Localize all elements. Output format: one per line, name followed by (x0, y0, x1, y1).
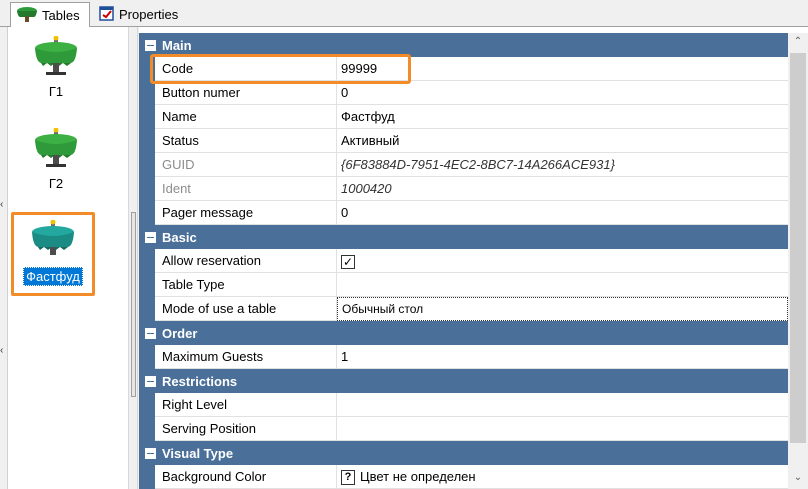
code-highlight-box (150, 54, 411, 84)
table-label: Г2 (48, 176, 64, 191)
property-value[interactable]: 1 (337, 345, 788, 369)
property-value: 1000420 (337, 177, 788, 201)
collapse-icon[interactable] (145, 375, 156, 387)
collapse-icon[interactable] (145, 327, 156, 339)
property-row-serving-position[interactable]: Serving Position (139, 417, 788, 441)
left-collapse-strip[interactable]: ‹ ‹ (0, 27, 8, 489)
color-value-text: Цвет не определен (360, 469, 476, 484)
vertical-scrollbar[interactable]: ⌃ ⌄ (788, 33, 808, 489)
property-value[interactable]: Активный (337, 129, 788, 153)
table-item-g2[interactable]: Г2 (16, 127, 96, 192)
tab-tables[interactable]: Tables (10, 2, 90, 28)
question-mark-icon: ? (341, 470, 355, 486)
property-value: {6F83884D-7951-4EC2-8BC7-14A266ACE931} (337, 153, 788, 177)
tab-properties[interactable]: Properties (94, 2, 194, 27)
property-name: Status (155, 129, 337, 153)
scroll-thumb[interactable] (790, 53, 806, 443)
property-row-allow-reservation[interactable]: Allow reservation ✓ (139, 249, 788, 273)
chevron-left-icon[interactable]: ‹ (0, 345, 3, 356)
property-name: Table Type (155, 273, 337, 297)
properties-icon (99, 5, 115, 24)
table-label: Г1 (48, 84, 64, 99)
property-value[interactable]: Фастфуд (337, 105, 788, 129)
property-value[interactable] (337, 273, 788, 297)
tab-properties-label: Properties (119, 7, 179, 22)
property-row-status[interactable]: Status Активный (139, 129, 788, 153)
property-value[interactable]: ✓ (337, 249, 788, 273)
property-value[interactable]: 0 (337, 201, 788, 225)
property-row-table-type[interactable]: Table Type (139, 273, 788, 297)
property-value-combo[interactable]: Обычный стол (337, 297, 788, 321)
table-icon (16, 5, 38, 26)
property-row-ident: Ident 1000420 (139, 177, 788, 201)
category-basic[interactable]: Basic (139, 225, 788, 249)
property-name: Allow reservation (155, 249, 337, 273)
property-row-button-number[interactable]: Button numer 0 (139, 81, 788, 105)
splitter-grip[interactable] (131, 212, 136, 397)
property-value[interactable] (337, 417, 788, 441)
property-row-max-guests[interactable]: Maximum Guests 1 (139, 345, 788, 369)
category-label: Main (162, 37, 192, 53)
property-grid: Main Code 99999 Button numer 0 Name Фаст… (139, 33, 788, 489)
checkbox-checked-icon[interactable]: ✓ (341, 254, 355, 269)
property-row-pager-message[interactable]: Pager message 0 (139, 201, 788, 225)
property-value[interactable] (337, 393, 788, 417)
property-value[interactable]: ? Цвет не определен (337, 465, 788, 489)
property-row-mode[interactable]: Mode of use a table Обычный стол (139, 297, 788, 321)
property-name: Button numer (155, 81, 337, 105)
property-value[interactable]: 0 (337, 81, 788, 105)
property-name: Serving Position (155, 417, 337, 441)
property-name: Background Color (155, 465, 337, 489)
category-label: Visual Type (162, 445, 234, 461)
collapse-icon[interactable] (145, 447, 156, 459)
scroll-down-icon[interactable]: ⌄ (788, 469, 808, 487)
property-name: Ident (155, 177, 337, 201)
panel-splitter[interactable] (128, 27, 138, 489)
collapse-icon[interactable] (145, 39, 156, 51)
property-row-guid: GUID {6F83884D-7951-4EC2-8BC7-14A266ACE9… (139, 153, 788, 177)
category-restrictions[interactable]: Restrictions (139, 369, 788, 393)
category-order[interactable]: Order (139, 321, 788, 345)
tab-bar: Tables Properties (0, 0, 808, 28)
category-visual-type[interactable]: Visual Type (139, 441, 788, 465)
collapse-icon[interactable] (145, 231, 156, 243)
property-name: Name (155, 105, 337, 129)
property-row-background-color[interactable]: Background Color ? Цвет не определен (139, 465, 788, 489)
property-name: Right Level (155, 393, 337, 417)
category-label: Restrictions (162, 373, 238, 389)
property-name: Mode of use a table (155, 297, 337, 321)
table-item-g1[interactable]: Г1 (16, 35, 96, 100)
property-row-name[interactable]: Name Фастфуд (139, 105, 788, 129)
category-label: Order (162, 325, 198, 341)
selection-highlight-box (11, 212, 95, 296)
property-row-right-level[interactable]: Right Level (139, 393, 788, 417)
category-label: Basic (162, 229, 197, 245)
scroll-up-icon[interactable]: ⌃ (788, 33, 808, 51)
chevron-left-icon[interactable]: ‹ (0, 199, 3, 210)
property-name: Maximum Guests (155, 345, 337, 369)
property-name: GUID (155, 153, 337, 177)
round-table-icon (33, 35, 79, 81)
tab-tables-label: Tables (42, 7, 80, 23)
property-name: Pager message (155, 201, 337, 225)
round-table-icon (33, 127, 79, 173)
